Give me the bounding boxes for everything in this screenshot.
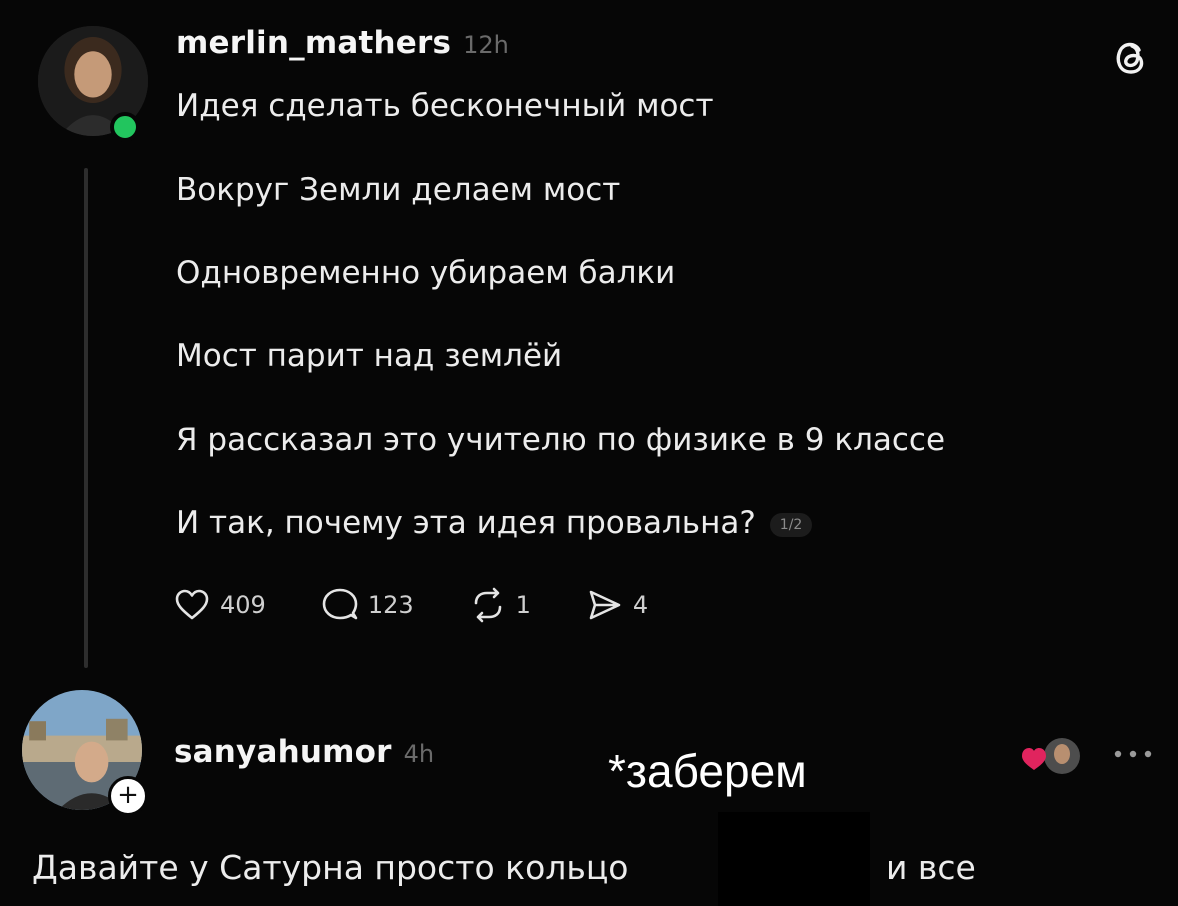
reply-text-start: Давайте у Сатурна просто кольцо (32, 848, 629, 887)
send-icon (589, 590, 621, 620)
post-line-4: Мост парит над землёй (176, 338, 563, 374)
liked-by-author-indicator[interactable] (1018, 734, 1084, 780)
repost-button[interactable]: 1 (468, 585, 531, 625)
share-button[interactable]: 4 (585, 585, 648, 625)
author-username[interactable]: merlin_mathers (176, 25, 451, 61)
online-status-dot (110, 112, 140, 142)
post-question: И так, почему эта идея провальна? (176, 505, 756, 541)
post-line-6: И так, почему эта идея провальна? 1/2 (176, 505, 813, 541)
post-line-1: Идея сделать бесконечный мост (176, 88, 714, 124)
threads-logo-icon[interactable] (1106, 34, 1154, 82)
reply-header: sanyahumor 4h (174, 734, 434, 770)
overlay-caption: *заберем (608, 745, 807, 797)
post-line-3: Одновременно убираем балки (176, 255, 676, 291)
post-line-5: Я рассказал это учителю по физике в 9 кл… (176, 422, 946, 458)
post-header: merlin_mathers 12h (176, 25, 509, 61)
follow-plus-button[interactable]: + (108, 776, 148, 816)
comment-button[interactable]: 123 (320, 585, 414, 625)
post-time: 12h (463, 31, 509, 59)
censor-box (718, 812, 870, 906)
heart-icon (175, 589, 209, 620)
reply-text-end: и все (886, 848, 976, 887)
share-count: 4 (632, 591, 649, 619)
post-actions: 409 123 1 4 (172, 585, 702, 625)
repost-count: 1 (515, 591, 531, 619)
page-indicator: 1/2 (769, 512, 813, 537)
comment-icon (322, 588, 358, 620)
reply-username[interactable]: sanyahumor (174, 734, 392, 770)
repost-icon (474, 587, 501, 623)
thread-connector-line (84, 168, 88, 668)
reply-time: 4h (403, 740, 435, 768)
post-line-2: Вокруг Земли делаем мост (176, 172, 621, 208)
comment-count: 123 (367, 591, 414, 619)
like-button[interactable]: 409 (172, 585, 266, 625)
more-icon[interactable] (1112, 746, 1154, 760)
like-count: 409 (220, 591, 266, 619)
